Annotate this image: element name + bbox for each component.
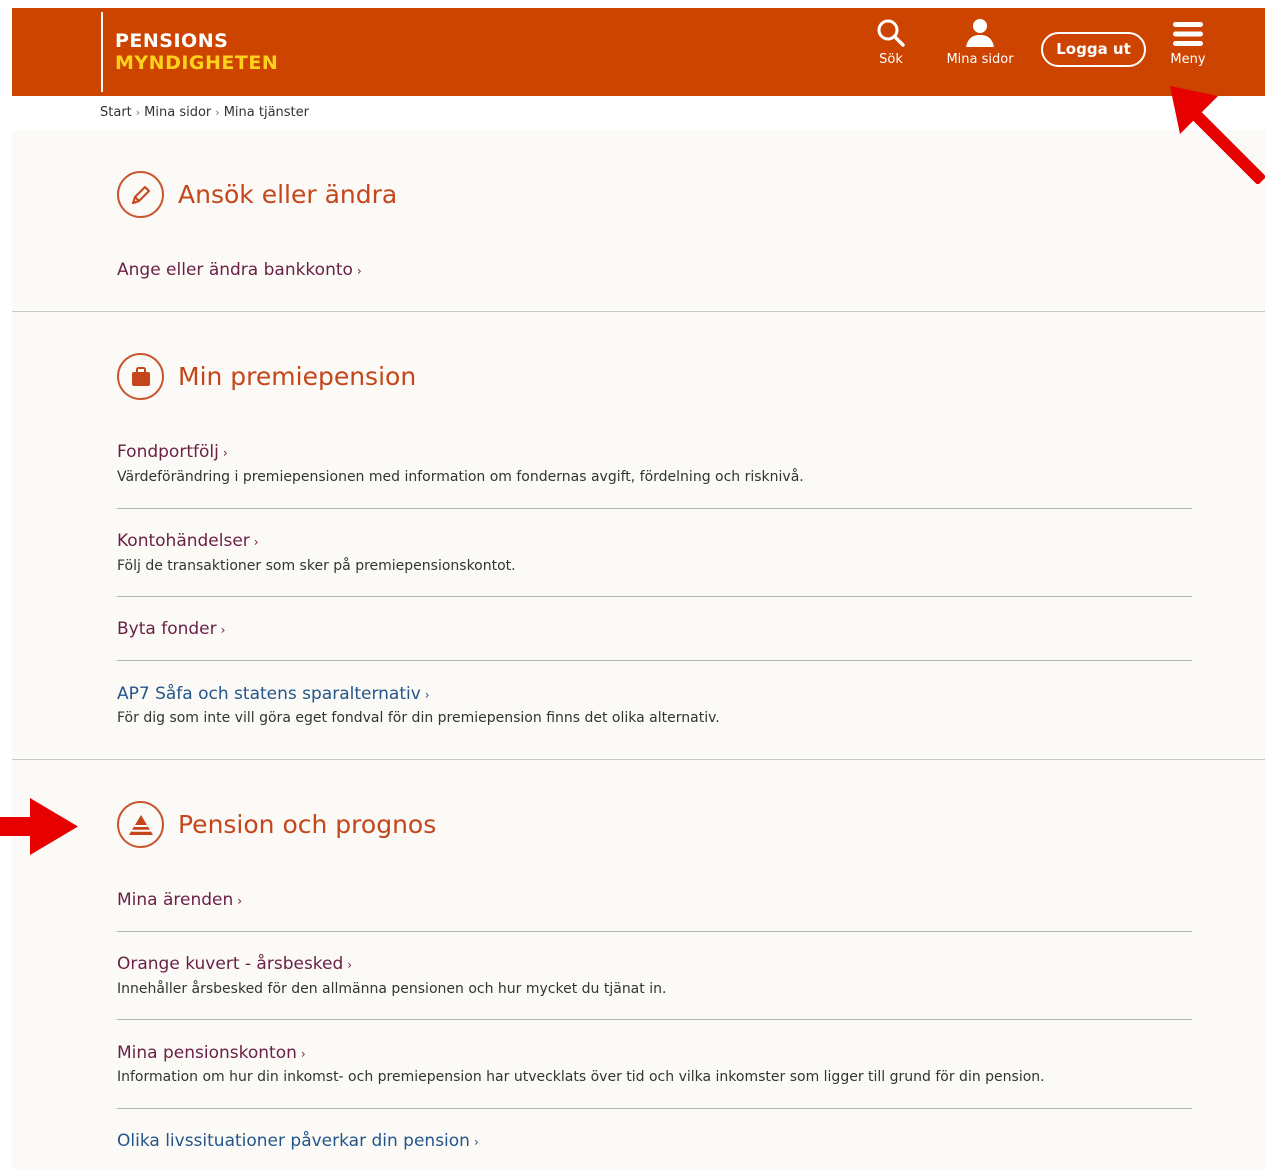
section-divider [12,759,1265,760]
link-description: För dig som inte vill göra eget fondval … [117,710,720,726]
breadcrumb-current: Mina tjänster [223,105,309,120]
menu-button[interactable]: Meny [1166,20,1210,67]
chevron-right-icon: › [356,264,362,278]
item-divider [117,1019,1192,1020]
item-divider [117,596,1192,597]
link-bankkonto[interactable]: Ange eller ändra bankkonto › [117,260,362,280]
link-description: Följ de transaktioner som sker på premie… [117,558,516,574]
chevron-right-icon: › [237,894,243,908]
briefcase-icon [117,353,164,400]
breadcrumb-separator: › [135,106,141,119]
breadcrumb-mina-sidor[interactable]: Mina sidor [144,105,211,120]
link-orange-kuvert[interactable]: Orange kuvert - årsbesked › [117,954,352,974]
link-label: Fondportfölj [117,442,219,462]
chevron-right-icon: › [253,535,259,549]
search-button[interactable]: Sök [871,18,911,67]
site-logo[interactable]: PENSIONS MYNDIGHETEN [101,12,278,92]
pyramid-icon [117,801,164,848]
link-label: Orange kuvert - årsbesked [117,954,344,974]
chevron-right-icon: › [220,623,226,637]
breadcrumb-start[interactable]: Start [100,105,132,120]
hamburger-icon [1173,22,1203,46]
breadcrumb: Start › Mina sidor › Mina tjänster [100,105,309,120]
link-mina-arenden[interactable]: Mina ärenden › [117,890,242,910]
link-description: Information om hur din inkomst- och prem… [117,1069,1045,1085]
link-label: Mina pensionskonton [117,1043,297,1063]
section-heading-pension-prognos: Pension och prognos [117,801,436,848]
link-label: Ange eller ändra bankkonto [117,260,353,280]
logo-text-line2: MYNDIGHETEN [115,52,279,74]
chevron-right-icon: › [300,1047,306,1061]
link-label: Byta fonder [117,619,217,639]
link-description: Värdeförändring i premiepensionen med in… [117,469,804,485]
section-title: Min premiepension [178,362,417,391]
item-divider [117,660,1192,661]
link-fondportfolj[interactable]: Fondportfölj › [117,442,228,462]
item-divider [117,931,1192,932]
section-divider [12,311,1265,312]
section-title: Pension och prognos [178,810,437,839]
link-label: Mina ärenden [117,890,234,910]
annotation-arrow-icon [1170,86,1265,184]
section-title: Ansök eller ändra [178,180,398,209]
link-livssituationer[interactable]: Olika livssituationer påverkar din pensi… [117,1131,479,1151]
breadcrumb-separator: › [215,106,220,119]
link-label: Kontohändelser [117,531,250,551]
annotation-arrow-icon [0,798,78,855]
my-pages-button[interactable]: Mina sidor [940,18,1020,67]
content-area [12,130,1265,1169]
chevron-right-icon: › [473,1135,479,1149]
chevron-right-icon: › [424,688,430,702]
link-label: AP7 Såfa och statens sparalternativ [117,684,421,704]
menu-label: Meny [1170,52,1206,67]
link-ap7-safa[interactable]: AP7 Såfa och statens sparalternativ › [117,684,430,704]
chevron-right-icon: › [222,446,228,460]
link-label: Olika livssituationer påverkar din pensi… [117,1131,470,1151]
link-description: Innehåller årsbesked för den allmänna pe… [117,981,667,997]
logo-text-line1: PENSIONS [115,30,229,52]
site-header: PENSIONS MYNDIGHETEN Sök Mina sidor Logg… [12,8,1265,96]
pencil-icon [117,171,164,218]
link-kontohandelser[interactable]: Kontohändelser › [117,531,259,551]
user-icon [966,19,994,47]
my-pages-label: Mina sidor [946,52,1014,67]
logout-button[interactable]: Logga ut [1041,32,1146,67]
section-heading-ansok: Ansök eller ändra [117,171,397,218]
section-heading-premiepension: Min premiepension [117,353,416,400]
link-byta-fonder[interactable]: Byta fonder › [117,619,225,639]
chevron-right-icon: › [347,958,353,972]
item-divider [117,1108,1192,1109]
search-label: Sök [879,52,903,67]
search-icon [877,19,905,47]
item-divider [117,508,1192,509]
link-mina-pensionskonton[interactable]: Mina pensionskonton › [117,1043,306,1063]
